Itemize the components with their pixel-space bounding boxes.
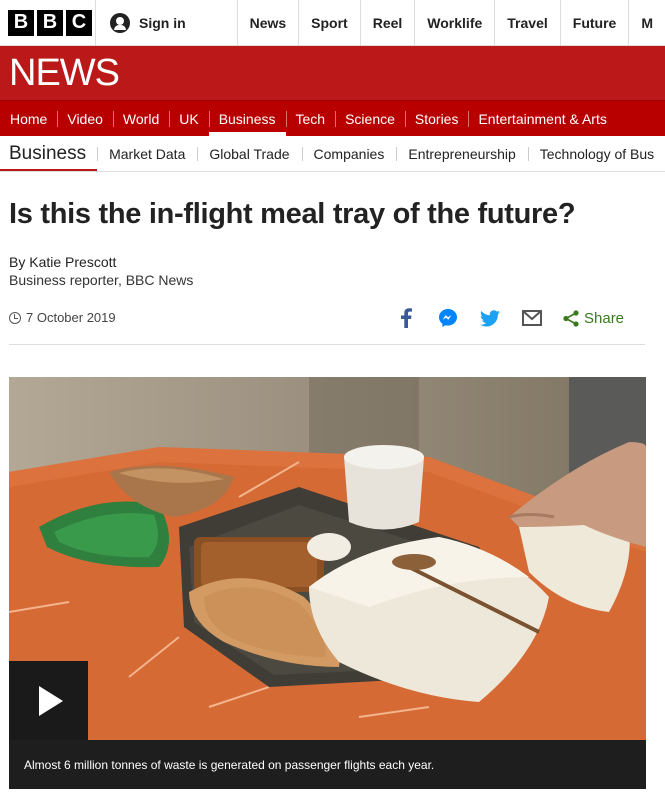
bbc-logo-letter: C	[66, 9, 92, 36]
share-button[interactable]: Share	[563, 310, 624, 327]
video-caption: Almost 6 million tonnes of waste is gene…	[9, 740, 646, 789]
email-icon[interactable]	[521, 307, 543, 329]
facebook-icon[interactable]	[395, 307, 417, 329]
sub-nav-market-data[interactable]: Market Data	[97, 146, 197, 162]
user-icon	[110, 12, 130, 33]
bbc-logo-letter: B	[8, 9, 34, 36]
share-label: Share	[584, 309, 625, 327]
play-button[interactable]	[9, 661, 88, 740]
messenger-icon[interactable]	[437, 307, 459, 329]
news-title-link[interactable]: NEWS	[9, 52, 120, 95]
byline: By Katie Prescott Business reporter, BBC…	[9, 253, 193, 289]
top-nav-future[interactable]: Future	[559, 0, 629, 45]
play-icon	[39, 685, 63, 716]
meal-tray-image	[9, 377, 646, 740]
date-text: 7 October 2019	[26, 310, 116, 325]
main-nav-uk[interactable]: UK	[169, 101, 208, 136]
news-banner: NEWS	[0, 46, 665, 100]
top-nav-news[interactable]: News	[236, 0, 299, 45]
sub-nav-global-trade[interactable]: Global Trade	[197, 146, 301, 162]
clock-icon	[9, 311, 21, 324]
top-nav-reel[interactable]: Reel	[359, 0, 415, 45]
main-nav-stories[interactable]: Stories	[404, 101, 469, 136]
header-divider	[9, 344, 645, 345]
share-tools: Share	[395, 307, 624, 329]
sign-in-link[interactable]: Sign in	[95, 0, 237, 45]
sub-nav-companies[interactable]: Companies	[301, 146, 397, 162]
top-nav-travel[interactable]: Travel	[494, 0, 559, 45]
top-nav-more[interactable]: M	[628, 0, 665, 45]
share-icon	[563, 309, 579, 327]
bbc-logo[interactable]: B B C	[0, 0, 95, 45]
main-nav-world[interactable]: World	[112, 101, 169, 136]
main-nav-science[interactable]: Science	[335, 101, 405, 136]
sub-nav-entrepreneurship[interactable]: Entrepreneurship	[396, 146, 527, 162]
bbc-logo-letter: B	[37, 9, 63, 36]
author-role: Business reporter, BBC News	[9, 272, 194, 288]
author-name: By Katie Prescott	[9, 254, 117, 270]
article-headline: Is this the in-flight meal tray of the f…	[9, 198, 576, 230]
article-date: 7 October 2019	[9, 310, 116, 325]
main-nav-business[interactable]: Business	[208, 101, 286, 136]
twitter-icon[interactable]	[479, 307, 501, 329]
section-title-business[interactable]: Business	[0, 136, 98, 171]
main-nav-home[interactable]: Home	[0, 101, 57, 136]
sign-in-label: Sign in	[139, 14, 186, 31]
video-player[interactable]: Almost 6 million tonnes of waste is gene…	[9, 377, 646, 789]
sub-nav-technology-of-business[interactable]: Technology of Bus	[527, 146, 665, 162]
main-nav-tech[interactable]: Tech	[285, 101, 336, 136]
main-nav-entertainment-arts[interactable]: Entertainment & Arts	[468, 101, 616, 136]
bbc-top-bar: B B C Sign in News Sport Reel Worklife T…	[0, 0, 665, 46]
main-nav-video[interactable]: Video	[57, 101, 113, 136]
business-sub-nav: Business Market Data Global Trade Compan…	[0, 136, 665, 172]
main-nav: Home Video World UK Business Tech Scienc…	[0, 100, 665, 136]
top-nav-sport[interactable]: Sport	[298, 0, 360, 45]
top-nav-worklife[interactable]: Worklife	[414, 0, 494, 45]
top-nav: News Sport Reel Worklife Travel Future M	[236, 0, 665, 45]
